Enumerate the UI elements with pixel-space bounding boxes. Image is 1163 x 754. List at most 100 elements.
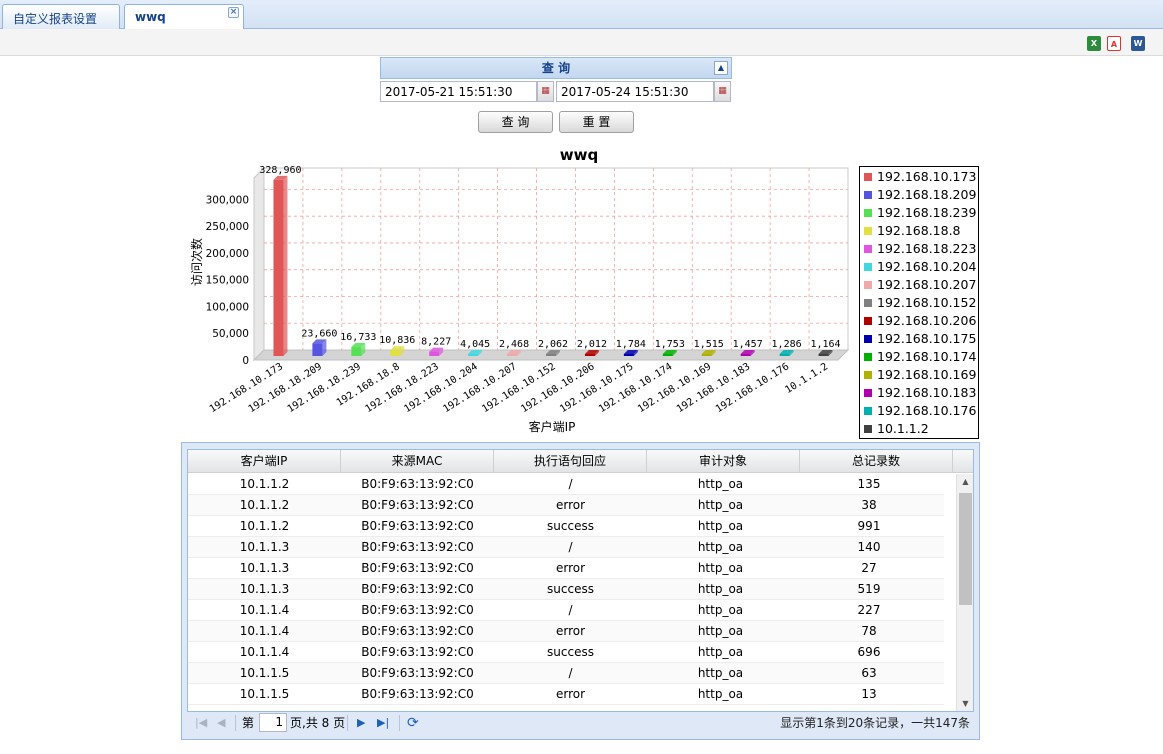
legend-item: 192.168.10.206 — [860, 312, 978, 330]
y-tick-label: 100,000 — [206, 301, 249, 313]
tab-label: wwq — [135, 10, 166, 24]
table-row[interactable]: 10.1.1.2 B0:F9:63:13:92:C0 error http_oa 38 — [188, 495, 944, 516]
bar-value-label: 1,753 — [655, 339, 685, 350]
prev-page-icon[interactable]: ◀ — [217, 716, 225, 730]
table-row[interactable]: 10.1.1.4 B0:F9:63:13:92:C0 error http_oa 78 — [188, 621, 944, 642]
pdf-export-icon[interactable]: A — [1107, 36, 1121, 51]
table-cell: 78 — [861, 624, 877, 638]
x-axis-label: 客户端IP — [529, 419, 576, 434]
collapse-icon[interactable]: ▲ — [714, 61, 728, 75]
table-cell: http_oa — [697, 687, 744, 701]
table-cell: http_oa — [697, 666, 744, 680]
refresh-icon[interactable]: ⟳ — [407, 716, 419, 730]
legend-swatch — [864, 173, 872, 181]
table-cell: 10.1.1.3 — [239, 540, 290, 554]
page-number-input[interactable]: 1 — [259, 713, 287, 732]
table-row[interactable]: 10.1.1.2 B0:F9:63:13:92:C0 success http_oa 9… — [188, 516, 944, 537]
scroll-up-icon[interactable]: ▲ — [957, 474, 973, 490]
legend-swatch — [864, 317, 872, 325]
bar — [429, 351, 440, 356]
column-header[interactable]: 客户端IP — [188, 450, 341, 473]
legend-swatch — [864, 245, 872, 253]
excel-export-icon[interactable]: X — [1087, 36, 1101, 51]
tab-custom-report-settings[interactable]: 自定义报表设置 — [2, 4, 120, 29]
start-date-field[interactable]: 2017-05-21 15:51:30 — [380, 81, 537, 102]
scroll-down-icon[interactable]: ▼ — [957, 696, 973, 711]
reset-button[interactable]: 重 置 — [559, 111, 634, 133]
table-cell: http_oa — [697, 645, 744, 659]
calendar-icon[interactable]: ▦ — [714, 81, 731, 102]
table-cell: 13 — [861, 687, 877, 701]
legend-swatch — [864, 371, 872, 379]
table-cell: http_oa — [697, 561, 744, 575]
bar-value-label: 16,733 — [340, 332, 376, 343]
vertical-scrollbar[interactable]: ▲ ▼ — [956, 474, 973, 711]
table-row[interactable]: 10.1.1.3 B0:F9:63:13:92:C0 / http_oa 140 — [188, 537, 944, 558]
word-export-icon[interactable]: W — [1131, 36, 1145, 51]
query-panel-header: 查 询 ▲ — [380, 57, 732, 79]
table-row[interactable]: 10.1.1.5 B0:F9:63:13:92:C0 / http_oa 63 — [188, 663, 944, 684]
bar — [351, 347, 362, 356]
table-row[interactable]: 10.1.1.3 B0:F9:63:13:92:C0 success http_oa 5… — [188, 579, 944, 600]
table-cell: B0:F9:63:13:92:C0 — [361, 687, 474, 701]
table-row[interactable]: 10.1.1.3 B0:F9:63:13:92:C0 error http_oa 27 — [188, 558, 944, 579]
table-cell: B0:F9:63:13:92:C0 — [361, 519, 474, 533]
table-cell: B0:F9:63:13:92:C0 — [361, 498, 474, 512]
legend-label: 192.168.10.173 — [877, 169, 977, 184]
legend-label: 192.168.10.206 — [877, 313, 977, 328]
legend-swatch — [864, 209, 872, 217]
bar — [584, 354, 595, 356]
query-button[interactable]: 查 询 — [478, 111, 553, 133]
chart-title: wwq — [560, 146, 598, 164]
table-row[interactable]: 10.1.1.5 B0:F9:63:13:92:C0 error http_oa 13 — [188, 684, 944, 705]
table-row[interactable]: 10.1.1.2 B0:F9:63:13:92:C0 / http_oa 135 — [188, 474, 944, 495]
legend-swatch — [864, 191, 872, 199]
next-page-icon[interactable]: ▶ — [357, 716, 365, 730]
bar-value-label: 1,164 — [810, 339, 840, 350]
y-axis-label: 访问次数 — [189, 238, 204, 286]
table-cell: http_oa — [697, 477, 744, 491]
legend-label: 192.168.18.239 — [877, 205, 977, 220]
last-page-icon[interactable]: ▶| — [377, 716, 389, 730]
scroll-thumb[interactable] — [959, 493, 972, 605]
bar-value-label: 23,660 — [301, 328, 337, 339]
column-header[interactable]: 执行语句回应 — [494, 450, 647, 473]
pager-separator — [347, 715, 348, 731]
grid-header: 客户端IP 来源MAC 执行语句回应 审计对象 总记录数 — [188, 450, 973, 473]
table-cell: 696 — [857, 645, 881, 659]
plot-area — [263, 167, 849, 351]
bar-value-label: 328,960 — [259, 165, 301, 176]
table-cell: error — [555, 498, 586, 512]
column-header[interactable]: 来源MAC — [341, 450, 494, 473]
query-panel: 查 询 ▲ 2017-05-21 15:51:30 ▦ 2017-05-24 1… — [380, 57, 732, 105]
bar — [312, 343, 323, 356]
legend-swatch — [864, 299, 872, 307]
calendar-icon[interactable]: ▦ — [537, 81, 554, 102]
bar — [779, 354, 790, 356]
column-header[interactable]: 审计对象 — [647, 450, 800, 473]
end-date-field[interactable]: 2017-05-24 15:51:30 — [556, 81, 714, 102]
y-tick-label: 0 — [242, 355, 249, 367]
table-cell: http_oa — [697, 603, 744, 617]
legend-label: 192.168.10.169 — [877, 367, 977, 382]
legend-label: 192.168.18.209 — [877, 187, 977, 202]
bar-side — [283, 175, 288, 356]
legend-label: 192.168.10.175 — [877, 331, 977, 346]
first-page-icon[interactable]: |◀ — [195, 716, 207, 730]
x-tick-label: 192.168.10.176 — [714, 361, 791, 415]
table-row[interactable]: 10.1.1.4 B0:F9:63:13:92:C0 success http_oa 6… — [188, 642, 944, 663]
legend-item: 192.168.10.207 — [860, 276, 978, 294]
column-header[interactable]: 总记录数 — [800, 450, 953, 473]
bar — [273, 179, 284, 356]
tab-wwq[interactable]: wwq × — [124, 4, 244, 30]
table-cell: 519 — [857, 582, 881, 596]
table-cell: success — [547, 645, 594, 659]
y-tick-label: 150,000 — [206, 275, 249, 287]
table-row[interactable]: 10.1.1.4 B0:F9:63:13:92:C0 / http_oa 227 — [188, 600, 944, 621]
pagination-bar: |◀ ◀ 第 1 页,共 8 页 ▶ ▶| ⟳ 显示第1条到20条记录，一共14… — [187, 711, 974, 735]
table-cell: 10.1.1.5 — [239, 687, 290, 701]
x-tick-label: 10.1.1.2 — [783, 361, 830, 396]
close-icon[interactable]: × — [228, 7, 239, 18]
legend-item: 192.168.10.152 — [860, 294, 978, 312]
legend-item: 192.168.10.204 — [860, 258, 978, 276]
